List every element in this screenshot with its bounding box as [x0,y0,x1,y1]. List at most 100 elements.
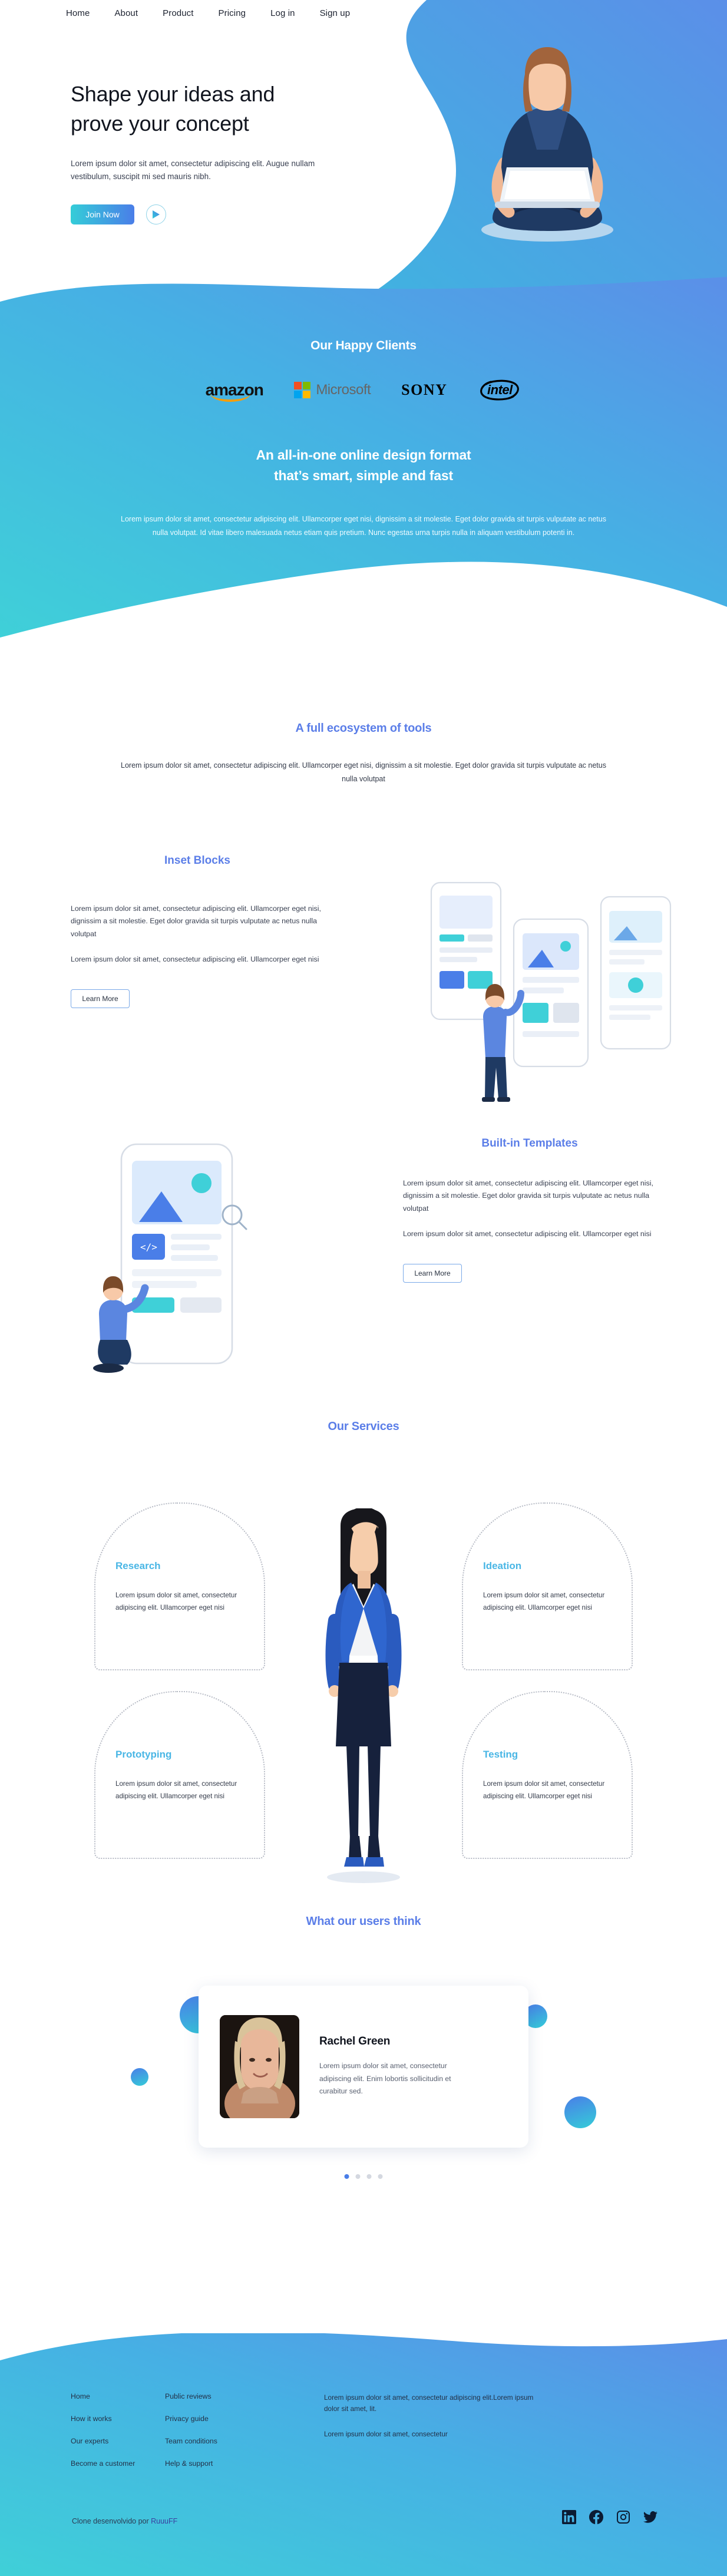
footer-link-public-reviews[interactable]: Public reviews [165,2392,259,2400]
instagram-icon[interactable] [616,2510,630,2524]
inset-learn-more-button[interactable]: Learn More [71,989,130,1009]
hero-illustration-woman-laptop [481,47,613,242]
hero-subtitle: Lorem ipsum dolor sit amet, consectetur … [71,159,315,181]
main-navigation: Home About Product Pricing Log in Sign u… [0,0,727,27]
service-card-testing[interactable]: Testing Lorem ipsum dolor sit amet, cons… [462,1691,633,1859]
carousel-dot-4[interactable] [378,2174,383,2179]
testimonial-card: Rachel Green Lorem ipsum dolor sit amet,… [199,1986,528,2148]
site-footer: Home How it works Our experts Become a c… [0,2333,727,2576]
avatar-portrait [220,2015,299,2118]
service-card-body: Lorem ipsum dolor sit amet, consectetur … [115,1591,237,1611]
service-card-body: Lorem ipsum dolor sit amet, consectetur … [483,1591,605,1611]
inset-paragraph-1: Lorem ipsum dolor sit amet, consectetur … [71,904,321,938]
join-now-button[interactable]: Join Now [71,204,134,225]
linkedin-icon[interactable] [562,2510,576,2524]
footer-text-2: Lorem ipsum dolor sit amet, consectetur [324,2430,448,2439]
ecosystem-section: A full ecosystem of tools Lorem ipsum do… [0,722,727,785]
decorative-circle [564,2096,596,2128]
microsoft-squares-icon [293,381,311,399]
testimonial-body: Rachel Green Lorem ipsum dolor sit amet,… [319,2035,458,2098]
band-paragraph: Lorem ipsum dolor sit amet, consectetur … [121,515,606,537]
amazon-smile-icon [210,394,250,402]
carousel-dot-3[interactable] [366,2174,372,2179]
inset-blocks-section: Inset Blocks Lorem ipsum dolor sit amet,… [0,854,727,1131]
footer-link-how-it-works[interactable]: How it works [71,2415,165,2423]
facebook-icon[interactable] [589,2510,603,2524]
nav-item-home[interactable]: Home [66,8,90,18]
nav-item-about[interactable]: About [114,8,138,18]
footer-link-team-conditions[interactable]: Team conditions [165,2437,259,2445]
hero-title-line2: prove your concept [71,111,249,136]
services-section: Our Services Research Lorem ipsum dolor … [0,1420,727,1883]
ecosystem-paragraph: Lorem ipsum dolor sit amet, consectetur … [121,761,606,783]
templates-text-column: Built-in Templates Lorem ipsum dolor sit… [403,1137,656,1283]
carousel-dot-2[interactable] [355,2174,361,2179]
footer-link-columns: Home How it works Our experts Become a c… [71,2392,660,2482]
service-card-research[interactable]: Research Lorem ipsum dolor sit amet, con… [94,1502,265,1670]
service-card-title: Prototyping [115,1749,172,1760]
play-video-button[interactable] [146,204,166,225]
footer-column-2: Public reviews Privacy guide Team condit… [165,2392,259,2482]
logo-microsoft-text: Microsoft [316,382,371,398]
carousel-dot-1[interactable] [344,2174,349,2179]
hero-title-line1: Shape your ideas and [71,82,275,106]
testimonials-section: What our users think Rachel Green Lorem … [0,1891,727,2198]
clients-and-intro-band: Our Happy Clients amazon Microsoft SONY [0,277,727,683]
testimonial-quote: Lorem ipsum dolor sit amet, consectetur … [319,2061,451,2096]
ecosystem-title: A full ecosystem of tools [295,722,432,735]
inset-title: Inset Blocks [164,854,230,867]
footer-link-become-a-customer[interactable]: Become a customer [71,2459,165,2468]
service-card-title: Research [115,1560,161,1571]
service-card-body: Lorem ipsum dolor sit amet, consectetur … [483,1780,605,1800]
play-icon [153,210,160,219]
inset-illustration-phones [430,881,672,1102]
client-logos-row: amazon Microsoft SONY intel [0,378,727,402]
nav-item-login[interactable]: Log in [270,8,295,18]
service-card-body: Lorem ipsum dolor sit amet, consectetur … [115,1780,237,1800]
inset-paragraph-2: Lorem ipsum dolor sit amet, consectetur … [71,955,319,963]
logo-amazon: amazon [206,381,264,402]
nav-item-product[interactable]: Product [163,8,193,18]
logo-sony: SONY [401,381,448,398]
band-heading: An all-in-one online design format that’… [0,445,727,486]
footer-credit-author: RuuuFF [151,2517,178,2525]
footer-link-help-support[interactable]: Help & support [165,2459,259,2468]
logo-intel: intel [478,378,521,402]
service-card-title: Ideation [483,1560,522,1571]
templates-paragraph-2: Lorem ipsum dolor sit amet, consectetur … [403,1229,652,1238]
band-heading-line2: that’s smart, simple and fast [274,467,453,483]
footer-credit: Clone desenvolvido por RuuuFF [72,2517,177,2525]
band-heading-line1: An all-in-one online design format [256,447,471,463]
templates-illustration: </> [93,1143,247,1373]
services-title: Our Services [328,1420,399,1433]
templates-paragraph-1: Lorem ipsum dolor sit amet, consectetur … [403,1179,653,1213]
logo-intel-text: intel [487,382,513,397]
footer-link-home[interactable]: Home [71,2392,165,2400]
footer-column-1: Home How it works Our experts Become a c… [71,2392,165,2482]
testimonial-avatar [220,2015,299,2118]
hero-title: Shape your ideas and prove your concept [71,80,377,138]
hero-cta-row: Join Now [71,204,377,225]
service-card-title: Testing [483,1749,518,1760]
clients-title: Our Happy Clients [310,339,417,352]
hero-text-block: Shape your ideas and prove your concept … [71,80,377,225]
service-card-ideation[interactable]: Ideation Lorem ipsum dolor sit amet, con… [462,1502,633,1670]
svg-text:</>: </> [140,1241,157,1253]
service-card-prototyping[interactable]: Prototyping Lorem ipsum dolor sit amet, … [94,1691,265,1859]
hero-section: Shape your ideas and prove your concept … [0,0,727,306]
built-in-templates-section: Built-in Templates Lorem ipsum dolor sit… [0,1137,727,1414]
testimonial-name: Rachel Green [319,2035,391,2047]
twitter-icon[interactable] [643,2510,657,2524]
services-illustration-businesswoman [325,1508,402,1883]
decorative-circle [131,2068,148,2086]
templates-learn-more-button[interactable]: Learn More [403,1264,462,1283]
nav-item-pricing[interactable]: Pricing [219,8,246,18]
templates-title: Built-in Templates [481,1137,578,1150]
footer-link-privacy-guide[interactable]: Privacy guide [165,2415,259,2423]
footer-text-1: Lorem ipsum dolor sit amet, consectetur … [324,2393,534,2413]
testimonials-title: What our users think [306,1915,421,1928]
carousel-dots [344,2174,383,2179]
footer-column-3: Lorem ipsum dolor sit amet, consectetur … [324,2392,548,2482]
nav-item-signup[interactable]: Sign up [320,8,351,18]
footer-link-our-experts[interactable]: Our experts [71,2437,165,2445]
